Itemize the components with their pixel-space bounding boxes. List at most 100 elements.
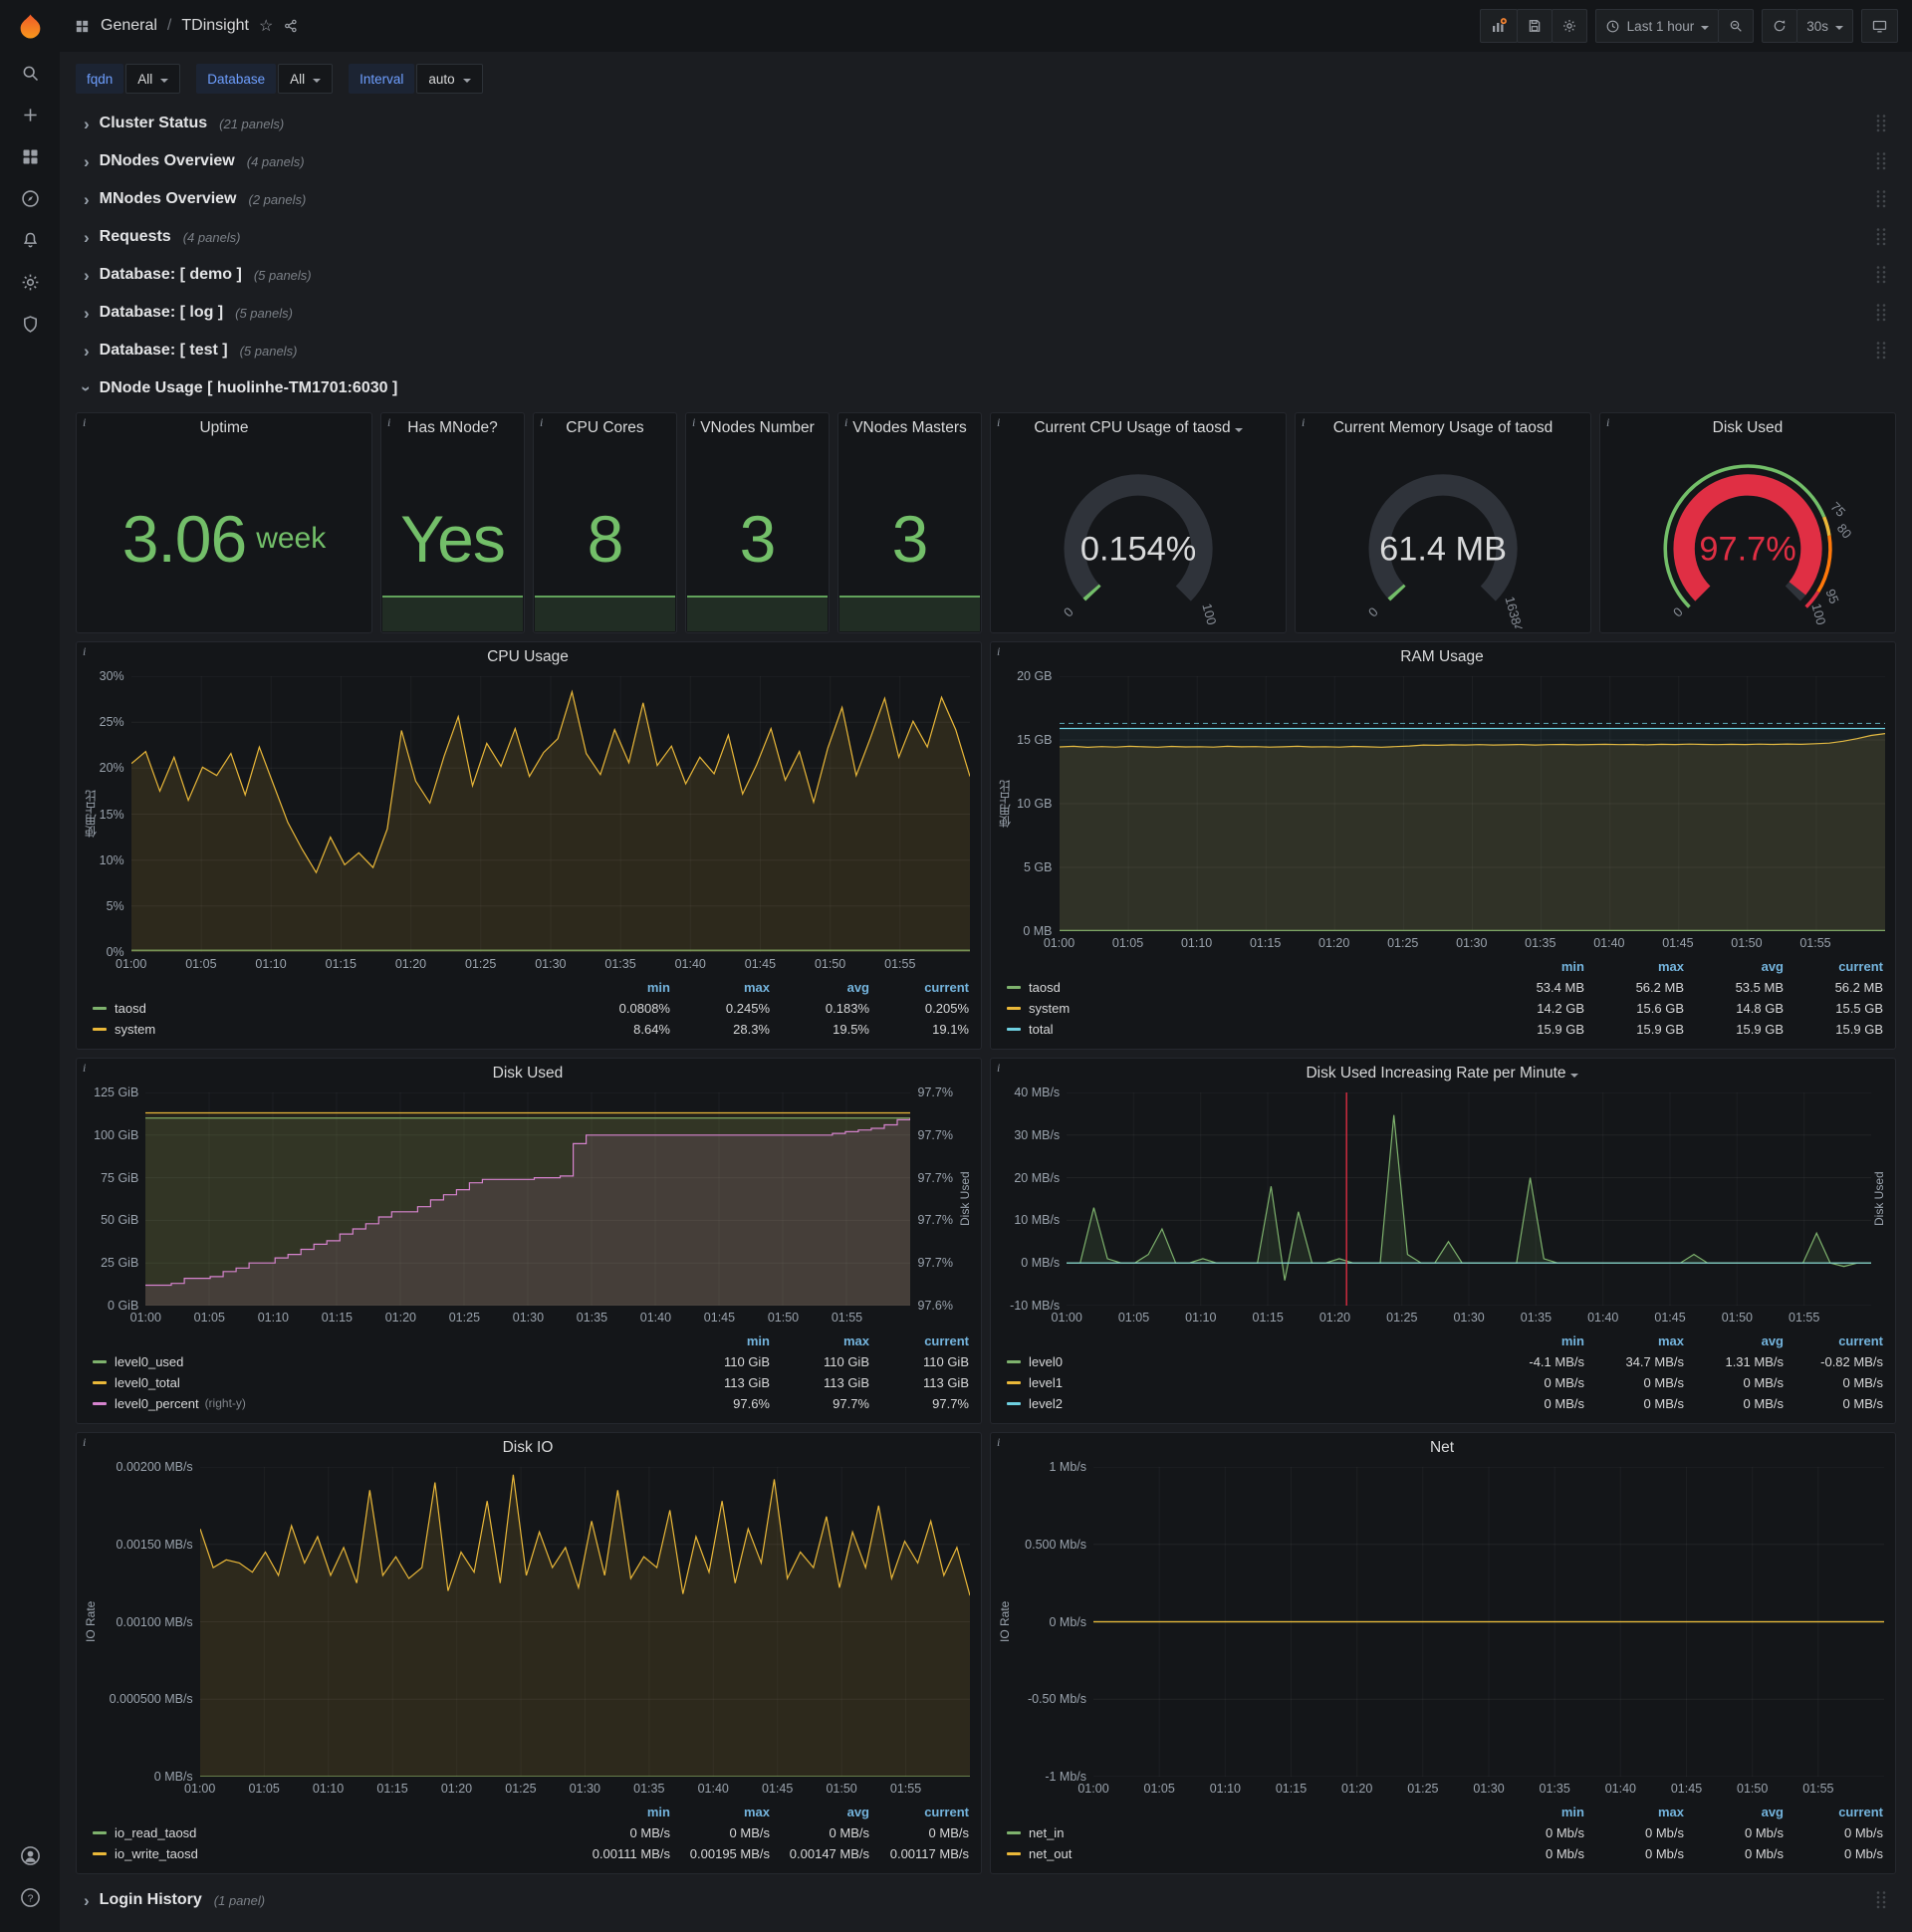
user-avatar[interactable] — [7, 1834, 53, 1876]
dashboard-row-database-demo[interactable]: › Database: [ demo ] (5 panels) — [76, 257, 1896, 293]
panel-title[interactable]: VNodes Masters — [838, 413, 981, 443]
row-drag-handle[interactable] — [1874, 265, 1888, 285]
legend-series-name[interactable]: total — [1007, 1019, 1485, 1039]
chart-plot[interactable] — [145, 1092, 911, 1306]
dashboard-row-database-log[interactable]: › Database: [ log ] (5 panels) — [76, 295, 1896, 331]
legend-series-name[interactable]: system — [93, 1019, 571, 1039]
explore-compass-icon[interactable] — [7, 177, 53, 219]
panel-info-icon[interactable]: i — [83, 415, 86, 430]
dashboard-row-cluster-status[interactable]: › Cluster Status (21 panels) — [76, 106, 1896, 141]
legend-series-name[interactable]: net_in — [1007, 1822, 1485, 1842]
time-range-picker[interactable]: Last 1 hour — [1594, 9, 1720, 43]
search-icon[interactable] — [7, 52, 53, 94]
dashboard-row-mnodes-overview[interactable]: › MNodes Overview (2 panels) — [76, 181, 1896, 217]
panel-title[interactable]: CPU Cores — [534, 413, 676, 443]
dashboard-row-login-history[interactable]: › Login History (1 panel) — [76, 1882, 1896, 1918]
variable-value-dropdown[interactable]: All — [278, 64, 334, 94]
panel-info-icon[interactable]: i — [844, 415, 847, 430]
variable-value-dropdown[interactable]: auto — [416, 64, 483, 94]
legend-series-name[interactable]: level0 — [1007, 1351, 1485, 1371]
cycle-view-mode-button[interactable] — [1861, 9, 1898, 43]
breadcrumb-dashboard[interactable]: TDinsight — [181, 17, 249, 35]
legend-column-header[interactable]: avg — [1684, 956, 1784, 976]
legend-series-name[interactable]: system — [1007, 998, 1485, 1018]
legend-column-header[interactable]: current — [1784, 1330, 1883, 1350]
add-panel-button[interactable] — [1479, 9, 1518, 43]
panel-title[interactable]: Net — [997, 1433, 1887, 1463]
legend-column-header[interactable]: max — [1584, 1802, 1684, 1821]
legend-column-header[interactable]: max — [670, 977, 770, 997]
row-drag-handle[interactable] — [1874, 341, 1888, 361]
legend-column-header[interactable]: min — [571, 977, 670, 997]
dashboard-row-requests[interactable]: › Requests (4 panels) — [76, 219, 1896, 255]
chart-plot[interactable] — [1093, 1467, 1884, 1777]
configuration-gear-icon[interactable] — [7, 261, 53, 303]
dashboard-row-database-test[interactable]: › Database: [ test ] (5 panels) — [76, 333, 1896, 368]
panel-info-icon[interactable]: i — [83, 644, 86, 659]
legend-series-name[interactable]: level2 — [1007, 1393, 1485, 1413]
legend-column-header[interactable]: avg — [1684, 1330, 1784, 1350]
panel-title[interactable]: Current CPU Usage of taosd — [991, 413, 1286, 443]
legend-column-header[interactable]: avg — [770, 977, 869, 997]
legend-series-name[interactable]: level0_total — [93, 1372, 670, 1392]
legend-series-name[interactable]: level0_used — [93, 1351, 670, 1371]
legend-column-header[interactable]: avg — [1684, 1802, 1784, 1821]
panel-title[interactable]: Current Memory Usage of taosd — [1296, 413, 1590, 443]
legend-series-name[interactable]: net_out — [1007, 1843, 1485, 1863]
panel-title[interactable]: Disk Used — [1600, 413, 1895, 443]
row-drag-handle[interactable] — [1874, 189, 1888, 209]
legend-column-header[interactable]: min — [1485, 1330, 1584, 1350]
create-plus-icon[interactable] — [7, 94, 53, 135]
legend-series-name[interactable]: taosd — [93, 998, 571, 1018]
panel-title[interactable]: RAM Usage — [997, 642, 1887, 672]
legend-series-name[interactable]: level0_percent (right-y) — [93, 1393, 670, 1413]
dashboard-row-dnodes-overview[interactable]: › DNodes Overview (4 panels) — [76, 143, 1896, 179]
panel-info-icon[interactable]: i — [997, 1061, 1000, 1076]
refresh-button[interactable] — [1762, 9, 1798, 43]
legend-column-header[interactable]: current — [1784, 956, 1883, 976]
panel-info-icon[interactable]: i — [1302, 415, 1305, 430]
panel-title[interactable]: Has MNode? — [381, 413, 524, 443]
row-drag-handle[interactable] — [1874, 1890, 1888, 1910]
panel-info-icon[interactable]: i — [83, 1061, 86, 1076]
row-drag-handle[interactable] — [1874, 227, 1888, 247]
panel-info-icon[interactable]: i — [387, 415, 390, 430]
panel-info-icon[interactable]: i — [997, 1435, 1000, 1450]
legend-series-name[interactable]: taosd — [1007, 977, 1485, 997]
panel-info-icon[interactable]: i — [1606, 415, 1609, 430]
panel-title[interactable]: CPU Usage — [83, 642, 973, 672]
share-icon[interactable] — [283, 18, 299, 34]
panel-title[interactable]: Disk IO — [83, 1433, 973, 1463]
legend-column-header[interactable]: max — [670, 1802, 770, 1821]
panel-info-icon[interactable]: i — [997, 415, 1000, 430]
legend-column-header[interactable]: current — [869, 1330, 969, 1350]
row-drag-handle[interactable] — [1874, 303, 1888, 323]
panel-title[interactable]: Disk Used — [83, 1059, 973, 1088]
legend-column-header[interactable]: max — [770, 1330, 869, 1350]
legend-column-header[interactable]: max — [1584, 956, 1684, 976]
chart-plot[interactable] — [1059, 676, 1885, 931]
save-dashboard-button[interactable] — [1516, 9, 1553, 43]
zoom-out-time-button[interactable] — [1718, 9, 1755, 43]
panel-title[interactable]: Uptime — [77, 413, 371, 443]
row-drag-handle[interactable] — [1874, 151, 1888, 171]
dashboards-icon[interactable] — [7, 135, 53, 177]
legend-column-header[interactable]: max — [1584, 1330, 1684, 1350]
legend-column-header[interactable]: current — [869, 1802, 969, 1821]
legend-series-name[interactable]: io_read_taosd — [93, 1822, 571, 1842]
chart-plot[interactable] — [199, 1467, 970, 1777]
legend-column-header[interactable]: avg — [770, 1802, 869, 1821]
breadcrumb-folder[interactable]: General — [101, 17, 157, 35]
chart-plot[interactable] — [1067, 1092, 1872, 1306]
grafana-logo[interactable] — [17, 0, 44, 52]
row-drag-handle[interactable] — [1874, 114, 1888, 133]
panel-info-icon[interactable]: i — [83, 1435, 86, 1450]
dashboard-row-dnode-usage-huolinhe-tm1701-6030[interactable]: › DNode Usage [ huolinhe-TM1701:6030 ] — [76, 370, 1896, 406]
dashboard-settings-button[interactable] — [1551, 9, 1587, 43]
panel-title[interactable]: Disk Used Increasing Rate per Minute — [997, 1059, 1887, 1088]
panel-title[interactable]: VNodes Number — [686, 413, 829, 443]
panel-info-icon[interactable]: i — [692, 415, 695, 430]
legend-series-name[interactable]: io_write_taosd — [93, 1843, 571, 1863]
variable-value-dropdown[interactable]: All — [125, 64, 181, 94]
legend-column-header[interactable]: min — [670, 1330, 770, 1350]
